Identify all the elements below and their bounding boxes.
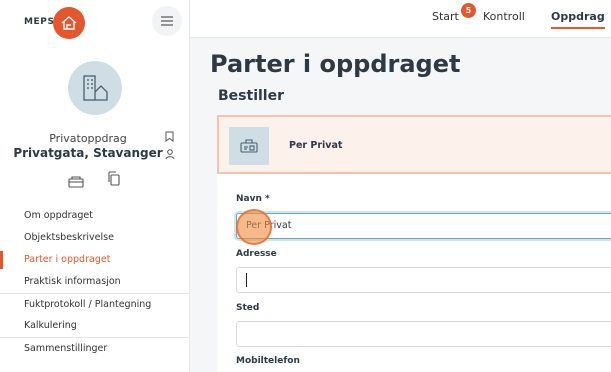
hamburger-icon[interactable] [152, 6, 182, 36]
id-card-icon [229, 127, 269, 165]
top-bar: Start 5 Kontroll Oppdrag [190, 0, 611, 38]
main-content: Parter i oppdraget Bestiller Per Privat … [190, 38, 611, 372]
inspection-icon[interactable] [68, 173, 84, 192]
nav-item-praktisk[interactable]: Praktisk informasjon [0, 271, 190, 293]
tab-start[interactable]: Start [432, 10, 459, 23]
mobile-label: Mobiltelefon [236, 356, 300, 366]
party-card[interactable]: Per Privat [217, 115, 611, 174]
section-title: Bestiller [218, 88, 284, 104]
nav-item-om-oppdraget[interactable]: Om oppdraget [0, 205, 190, 227]
sidebar: MEPS Privatoppdrag Privatgata, Stavanger… [0, 0, 190, 372]
party-name: Per Privat [289, 140, 343, 151]
house-logo-icon[interactable] [53, 7, 85, 39]
party-form: Navn * Per Privat Adresse Sted Mobiltele… [217, 174, 611, 372]
tab-kontroll[interactable]: Kontroll [483, 10, 525, 23]
building-house-icon [68, 61, 122, 115]
text-cursor [246, 273, 247, 287]
address-label: Adresse [236, 249, 277, 259]
property-address: Privatgata, Stavanger [13, 146, 163, 160]
nav-item-fuktprotokoll[interactable]: Fuktprotokoll / Plantegning [0, 293, 190, 315]
sidebar-header: MEPS [0, 0, 190, 42]
name-field[interactable]: Per Privat [236, 213, 611, 239]
name-label: Navn * [236, 194, 270, 204]
copy-icon[interactable] [107, 171, 120, 190]
nav-item-sammenstillinger[interactable]: Sammenstillinger [0, 337, 190, 359]
nav-item-kalkulering[interactable]: Kalkulering [0, 315, 190, 337]
place-field[interactable] [236, 321, 611, 347]
sidebar-nav: Om oppdraget Objektsbeskrivelse Parter i… [0, 205, 190, 359]
place-label: Sted [236, 303, 260, 313]
nav-item-objektsbeskrivelse[interactable]: Objektsbeskrivelse [0, 227, 190, 249]
address-field[interactable] [236, 267, 611, 293]
nav-item-parter[interactable]: Parter i oppdraget [0, 249, 190, 271]
page-title: Parter i oppdraget [210, 50, 461, 78]
property-type: Privatoppdrag [49, 132, 127, 145]
brand-name: MEPS [24, 17, 55, 27]
notification-badge: 5 [461, 3, 476, 18]
tab-oppdrag[interactable]: Oppdrag [551, 10, 605, 29]
click-indicator [236, 209, 272, 245]
